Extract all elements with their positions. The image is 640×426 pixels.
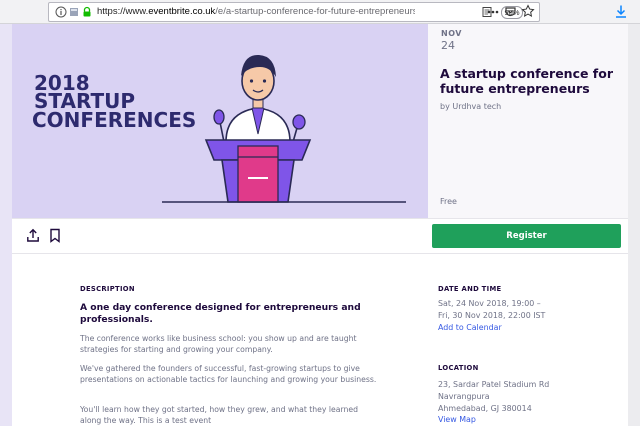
bookmark-star-icon[interactable]: [521, 4, 535, 18]
add-to-calendar-link[interactable]: Add to Calendar: [438, 323, 502, 332]
share-icon[interactable]: [26, 228, 40, 243]
date-time-section-label: DATE AND TIME: [438, 285, 502, 293]
url-bar[interactable]: https://www.eventbrite.co.uk/e/a-startup…: [48, 2, 540, 22]
info-icon[interactable]: [55, 6, 67, 18]
date-time-start: Sat, 24 Nov 2018, 19:00 –: [438, 299, 541, 308]
event-date-day: 24: [441, 39, 455, 52]
url-path: /e/a-startup-conference-for-future-entre…: [215, 6, 415, 17]
description-paragraph: The conference works like business schoo…: [80, 334, 357, 354]
description-paragraph: We've gathered the founders of successfu…: [80, 364, 377, 384]
pocket-icon[interactable]: [504, 5, 517, 18]
speaker-figure: [225, 54, 291, 143]
event-summary-panel: [428, 24, 628, 218]
register-button[interactable]: Register: [432, 224, 621, 248]
browser-toolbar: https://www.eventbrite.co.uk/e/a-startup…: [0, 0, 640, 24]
location-city: Ahmedabad, GJ 380014: [438, 404, 532, 413]
location-street: 23, Sardar Patel Stadium Rd: [438, 380, 550, 389]
event-organizer[interactable]: by Urdhva tech: [440, 102, 501, 111]
page-icon: [70, 8, 78, 16]
location-section-label: LOCATION: [438, 364, 479, 372]
page-left-margin: [0, 24, 12, 426]
microphone-right: [292, 114, 306, 143]
more-actions-icon[interactable]: [486, 6, 500, 18]
event-price: Free: [440, 197, 457, 206]
download-icon[interactable]: [614, 4, 628, 19]
event-date-month: NOV: [441, 29, 462, 38]
description-section-label: DESCRIPTION: [80, 285, 135, 293]
save-bookmark-icon[interactable]: [49, 228, 61, 243]
url-host: eventbrite.co.uk: [148, 6, 216, 17]
lock-icon[interactable]: [81, 6, 93, 18]
page-right-scrollbar-area[interactable]: [628, 24, 640, 426]
location-area: Navrangpura: [438, 392, 490, 401]
hero-line2-text: CONFERENCES: [32, 108, 196, 132]
view-map-link[interactable]: View Map: [438, 415, 476, 424]
hero-illustration: 2018 STARTUP CONFERENCES: [32, 54, 406, 203]
podium: [204, 139, 312, 203]
description-heading: A one day conference designed for entrep…: [80, 302, 361, 325]
microphone-left: [213, 109, 225, 143]
date-time-end: Fri, 30 Nov 2018, 22:00 IST: [438, 311, 546, 320]
url-scheme: https://www.: [97, 6, 149, 17]
event-hero-image: 2018 STARTUP CONFERENCES: [12, 24, 428, 218]
description-paragraph: You'll learn how they got started, how t…: [80, 405, 358, 425]
url-text[interactable]: https://www.eventbrite.co.uk/e/a-startup…: [97, 6, 415, 17]
event-title: A startup conference for future entrepre…: [440, 66, 613, 96]
